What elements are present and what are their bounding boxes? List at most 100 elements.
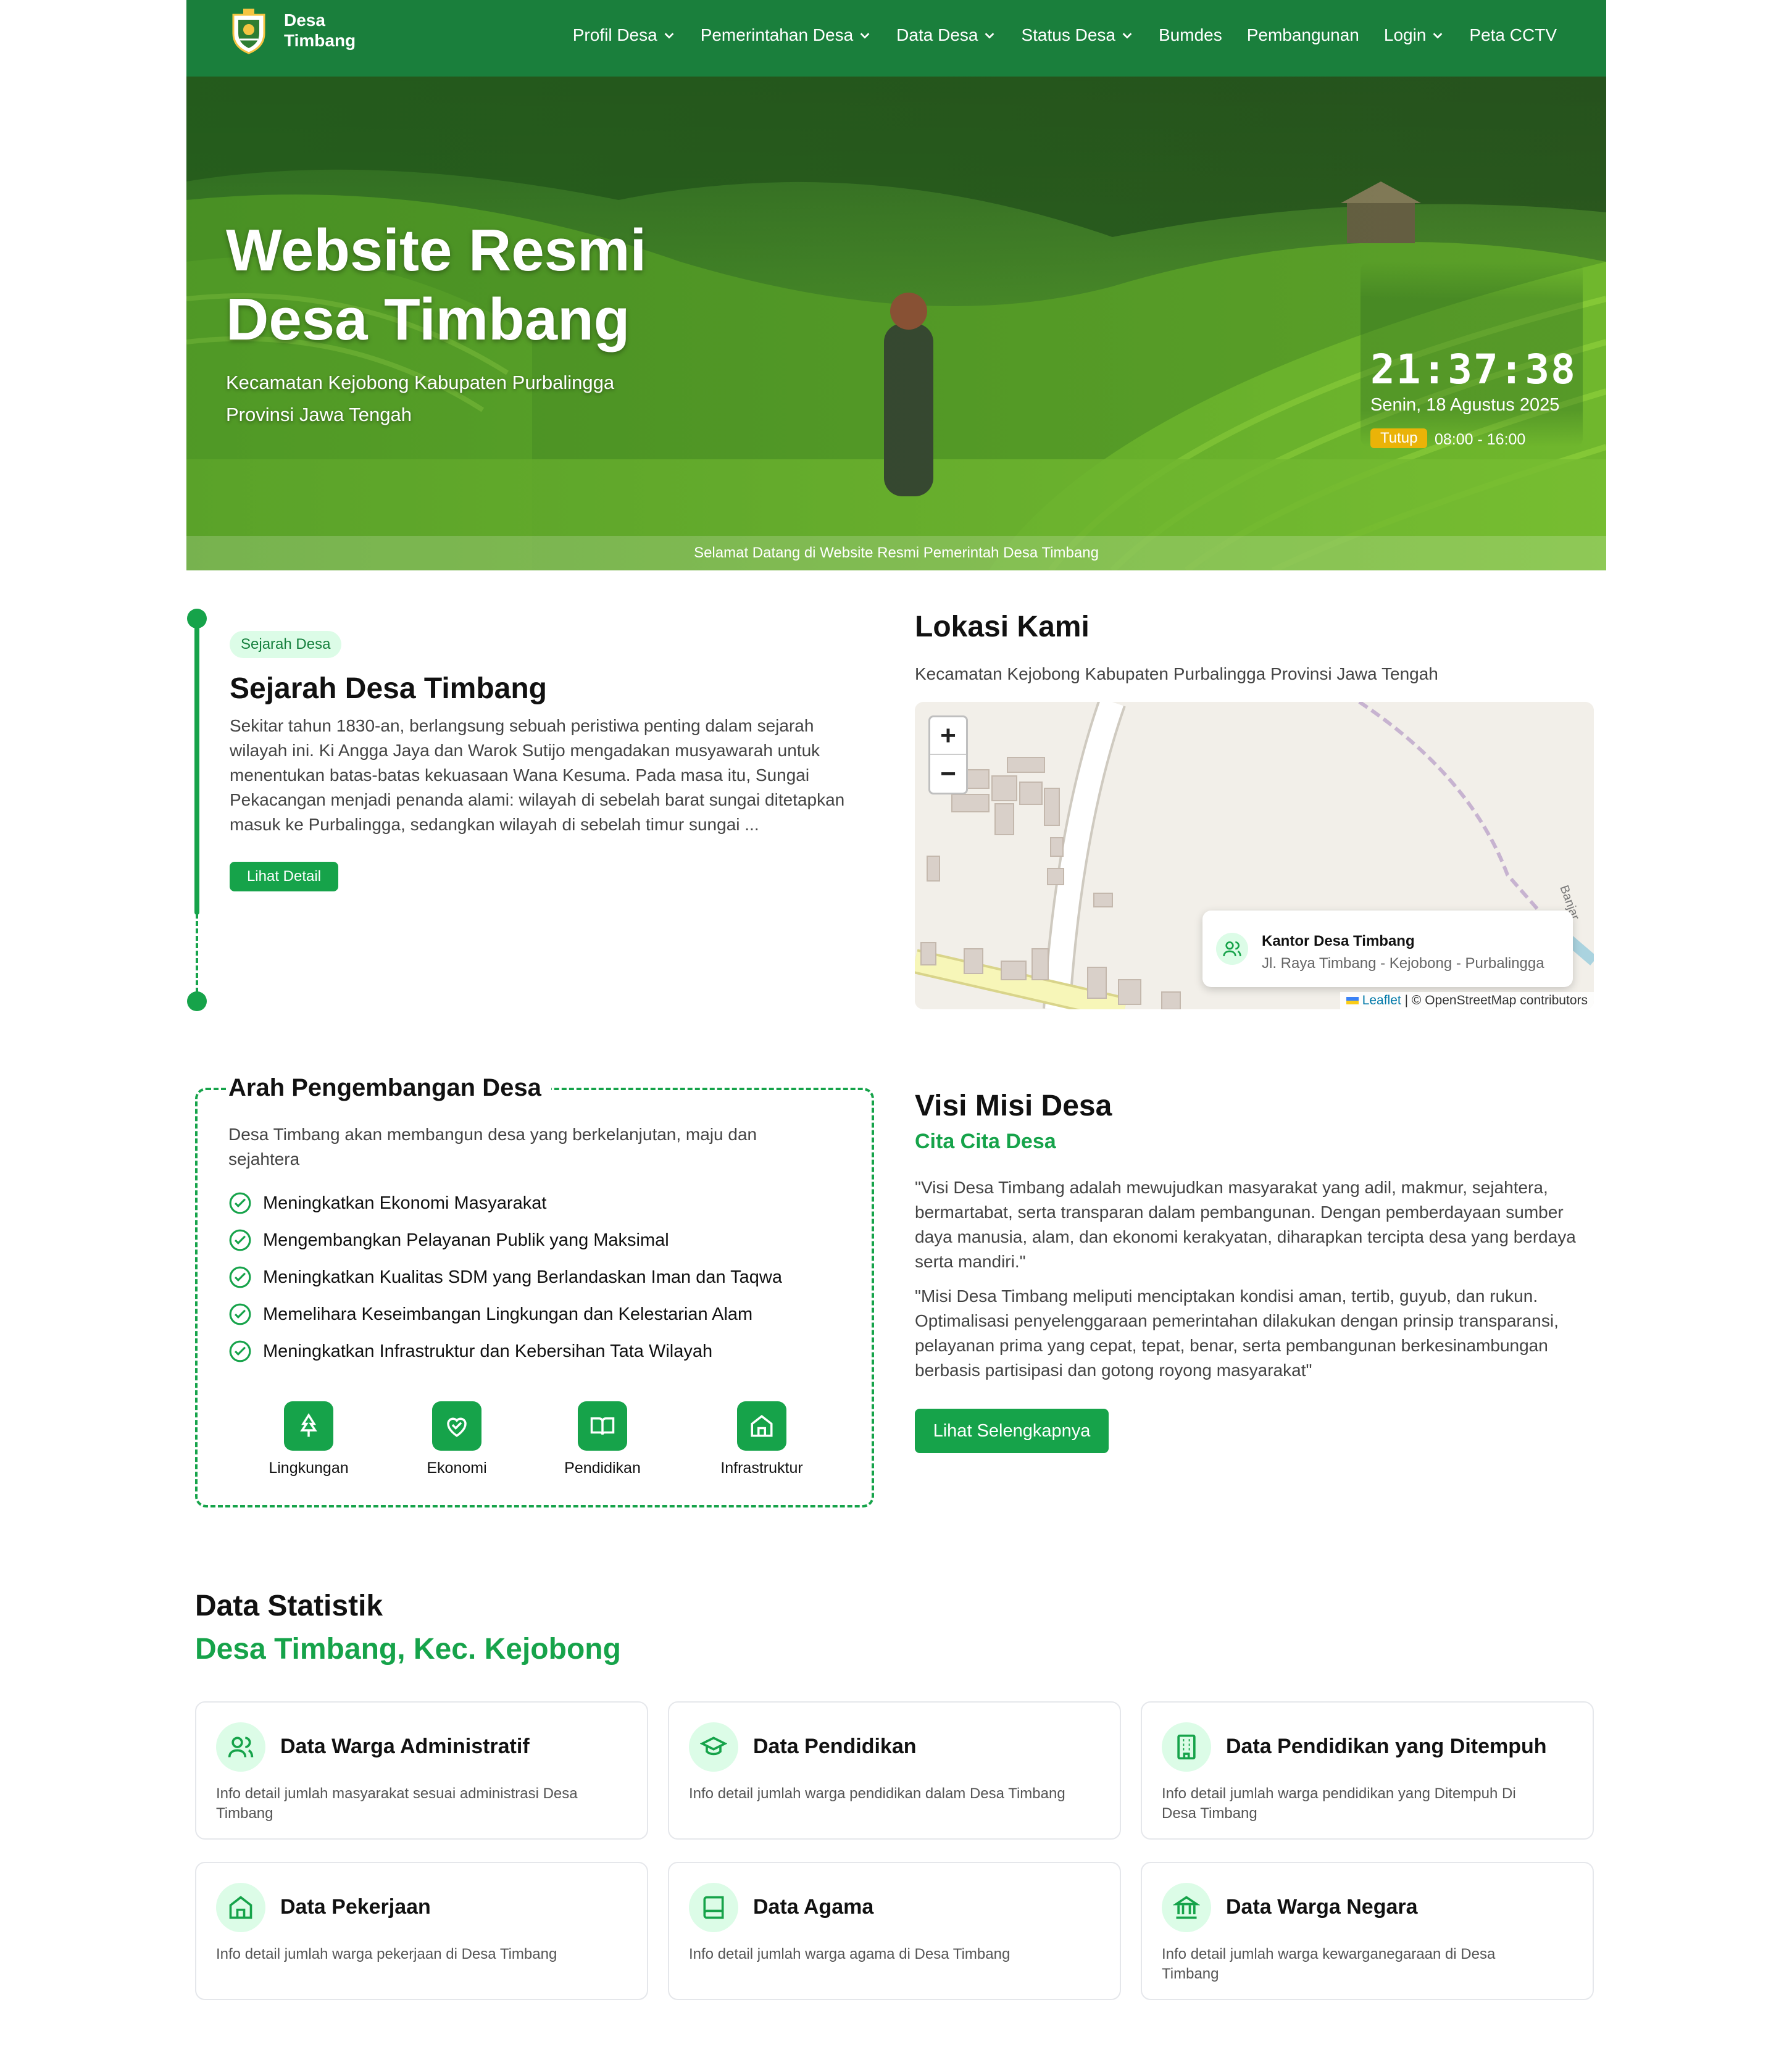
lihat-detail-button[interactable]: Lihat Detail xyxy=(230,862,338,891)
users-icon xyxy=(1216,933,1248,965)
home-icon xyxy=(216,1883,265,1932)
visi-misi-subtitle: Cita Cita Desa xyxy=(915,1130,1056,1153)
nav-item-peta-cctv[interactable]: Peta CCTV xyxy=(1469,25,1557,45)
hero-subtitle: Kecamatan Kejobong Kabupaten Purbalingga… xyxy=(226,367,614,431)
stat-card-pendidikan[interactable]: Data Pendidikan Info detail jumlah warga… xyxy=(668,1701,1121,1840)
category-pendidikan[interactable]: Pendidikan xyxy=(541,1401,664,1477)
category-label: Pendidikan xyxy=(564,1459,641,1477)
nav-item-pembangunan[interactable]: Pembangunan xyxy=(1247,25,1359,45)
sejarah-excerpt: Sekitar tahun 1830-an, berlangsung sebua… xyxy=(230,714,875,837)
stat-card-pekerjaan[interactable]: Data Pekerjaan Info detail jumlah warga … xyxy=(195,1862,648,2000)
nav-item-data-desa[interactable]: Data Desa xyxy=(896,25,996,45)
timeline-line xyxy=(194,619,199,915)
stat-card-title: Data Warga Negara xyxy=(1226,1895,1418,1919)
goal-item: Meningkatkan Kualitas SDM yang Berlandas… xyxy=(228,1265,782,1289)
stat-card-description: Info detail jumlah warga pekerjaan di De… xyxy=(216,1945,623,1964)
hero-subtitle-line-2: Provinsi Jawa Tengah xyxy=(226,404,412,425)
stat-card-pendidikan-ditempuh[interactable]: Data Pendidikan yang Ditempuh Info detai… xyxy=(1141,1701,1594,1840)
visi-line: daya manusia, alam, dan ekonomi kerakyat… xyxy=(915,1227,1576,1246)
nav-item-label: Data Desa xyxy=(896,25,978,44)
nav-item-bumdes[interactable]: Bumdes xyxy=(1159,25,1222,45)
nav-item-login[interactable]: Login xyxy=(1384,25,1445,45)
arah-description: Desa Timbang akan membangun desa yang be… xyxy=(228,1122,846,1172)
goal-item: Memelihara Keseimbangan Lingkungan dan K… xyxy=(228,1303,752,1326)
nav-item-status-desa[interactable]: Status Desa xyxy=(1021,25,1134,45)
category-ekonomi[interactable]: Ekonomi xyxy=(395,1401,519,1477)
timeline-end-dot xyxy=(187,991,207,1011)
building-icon xyxy=(1162,1722,1211,1772)
category-label: Infrastruktur xyxy=(720,1459,803,1477)
visi-misi-title: Visi Misi Desa xyxy=(915,1090,1112,1122)
map-popup[interactable]: Kantor Desa Timbang Jl. Raya Timbang - K… xyxy=(1202,911,1573,987)
stat-card-desc-line: Info detail jumlah warga pekerjaan di De… xyxy=(216,1946,557,1962)
zoom-in-button[interactable]: + xyxy=(930,717,966,755)
goal-label: Memelihara Keseimbangan Lingkungan dan K… xyxy=(263,1304,753,1324)
check-circle-icon xyxy=(229,1303,251,1325)
stat-card-title: Data Warga Administratif xyxy=(280,1735,530,1758)
goal-label: Meningkatkan Ekonomi Masyarakat xyxy=(263,1193,547,1213)
category-label: Lingkungan xyxy=(269,1459,349,1477)
hero-subtitle-line-1: Kecamatan Kejobong Kabupaten Purbalingga xyxy=(226,372,615,393)
popup-title: Kantor Desa Timbang xyxy=(1262,933,1415,949)
stat-card-desc-line: Timbang xyxy=(1162,1966,1219,1982)
brand-line-1: Desa xyxy=(284,10,325,30)
goal-label: Mengembangkan Pelayanan Publik yang Maks… xyxy=(263,1230,669,1250)
home-icon xyxy=(737,1401,786,1451)
arah-title: Arah Pengembangan Desa xyxy=(228,1074,551,1102)
category-infrastruktur[interactable]: Infrastruktur xyxy=(700,1401,823,1477)
leaflet-link[interactable]: Leaflet xyxy=(1362,993,1401,1007)
chevron-down-icon xyxy=(985,33,994,39)
clock-date: Senin, 18 Agustus 2025 xyxy=(1370,395,1560,415)
zoom-out-button[interactable]: − xyxy=(930,755,966,793)
stat-card-description: Info detail jumlah warga pendidikan yang… xyxy=(1162,1784,1569,1824)
brand-name[interactable]: Desa Timbang xyxy=(284,10,356,51)
office-hours: 08:00 - 16:00 xyxy=(1435,431,1526,448)
arah-pengembangan-card: Arah Pengembangan Desa Desa Timbang akan… xyxy=(195,1074,874,1507)
hero-title-line-1: Website Resmi xyxy=(226,217,647,283)
arah-desc-line-2: sejahtera xyxy=(228,1149,300,1169)
sejarah-line: Pekacangan menjadi penanda alami: wilaya… xyxy=(230,790,845,809)
navbar: Desa Timbang Profil Desa Pemerintahan De… xyxy=(186,0,1606,77)
sejarah-line: wilayah ini. Ki Angga Jaya dan Warok Sut… xyxy=(230,741,820,760)
nav-item-label: Peta CCTV xyxy=(1469,25,1557,44)
landmark-icon xyxy=(1162,1883,1211,1932)
stat-card-description: Info detail jumlah warga kewarganegaraan… xyxy=(1162,1945,1569,1984)
location-map[interactable]: Banjar + − Kantor Desa Timbang Jl. Raya … xyxy=(915,702,1594,1009)
stat-card-desc-line: Info detail jumlah warga pendidikan yang… xyxy=(1162,1785,1516,1802)
stat-card-title: Data Pendidikan xyxy=(753,1735,917,1758)
misi-text: "Misi Desa Timbang meliputi menciptakan … xyxy=(915,1284,1594,1383)
graduation-cap-icon xyxy=(689,1722,738,1772)
sejarah-line: Sekitar tahun 1830-an, berlangsung sebua… xyxy=(230,716,814,735)
sejarah-line: menentukan batas-batas kekuasaan Wana Ke… xyxy=(230,765,810,785)
stat-card-warga-negara[interactable]: Data Warga Negara Info detail jumlah war… xyxy=(1141,1862,1594,2000)
stat-card-warga-administratif[interactable]: Data Warga Administratif Info detail jum… xyxy=(195,1701,648,1840)
hero-title-line-2: Desa Timbang xyxy=(226,286,630,352)
stat-card-desc-line: Info detail jumlah warga pendidikan dala… xyxy=(689,1785,1065,1802)
clock-widget: 21:37:38 Senin, 18 Agustus 2025 Tutup 08… xyxy=(1361,262,1583,448)
chevron-down-icon xyxy=(860,33,870,39)
sejarah-tag: Sejarah Desa xyxy=(230,631,342,658)
chevron-down-icon xyxy=(1122,33,1132,39)
nav-item-profil-desa[interactable]: Profil Desa xyxy=(573,25,676,45)
category-lingkungan[interactable]: Lingkungan xyxy=(247,1401,370,1477)
village-crest-logo[interactable] xyxy=(227,6,270,56)
welcome-marquee: Selamat Datang di Website Resmi Pemerint… xyxy=(186,536,1606,570)
nav-item-label: Profil Desa xyxy=(572,25,657,44)
nav-item-label: Bumdes xyxy=(1159,25,1222,44)
lihat-selengkapnya-button[interactable]: Lihat Selengkapnya xyxy=(915,1409,1109,1453)
visi-text: "Visi Desa Timbang adalah mewujudkan mas… xyxy=(915,1175,1594,1274)
stat-card-description: Info detail jumlah masyarakat sesuai adm… xyxy=(216,1784,623,1824)
osm-attribution: | © OpenStreetMap contributors xyxy=(1404,993,1588,1007)
statistik-subtitle: Desa Timbang, Kec. Kejobong xyxy=(195,1633,621,1666)
goal-item: Mengembangkan Pelayanan Publik yang Maks… xyxy=(228,1228,669,1252)
goal-item: Meningkatkan Ekonomi Masyarakat xyxy=(228,1191,546,1215)
visi-line: serta mandiri." xyxy=(915,1252,1026,1271)
category-label: Ekonomi xyxy=(427,1459,487,1477)
stat-card-desc-line: Info detail jumlah masyarakat sesuai adm… xyxy=(216,1785,578,1802)
lokasi-title: Lokasi Kami xyxy=(915,611,1090,643)
stat-card-desc-line: Desa Timbang xyxy=(1162,1805,1257,1822)
nav-item-pemerintahan-desa[interactable]: Pemerintahan Desa xyxy=(701,25,872,45)
book-icon xyxy=(689,1883,738,1932)
stat-card-agama[interactable]: Data Agama Info detail jumlah warga agam… xyxy=(668,1862,1121,2000)
book-open-icon xyxy=(578,1401,627,1451)
